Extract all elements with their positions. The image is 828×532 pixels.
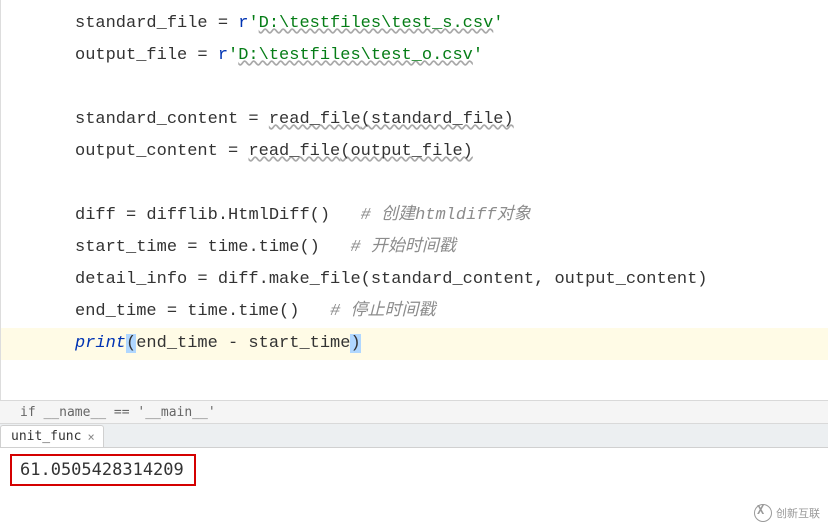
call: difflib.HtmlDiff() [146, 206, 330, 225]
var-name: diff [75, 206, 116, 225]
operator: = [116, 206, 147, 225]
string-path: D:\testfiles\test_s.csv [259, 14, 494, 33]
code-line[interactable]: standard_content = read_file(standard_fi… [1, 104, 828, 136]
code-line[interactable]: start_time = time.time() # 开始时间戳 [1, 232, 828, 264]
string-quote: ' [248, 14, 258, 33]
operator: = [187, 46, 218, 65]
watermark-label: 创新互联 [776, 505, 820, 521]
spacer [320, 238, 351, 257]
var-name: standard_file [75, 14, 208, 33]
output-value: 61.0505428314209 [20, 460, 184, 480]
spacer [330, 206, 361, 225]
operator: = [218, 142, 249, 161]
code-line-current[interactable]: print(end_time - start_time) [1, 328, 828, 360]
selection-open-paren: ( [126, 334, 136, 353]
var-name: standard_content [75, 110, 238, 129]
operator: = [177, 238, 208, 257]
var-name: output_file [75, 46, 187, 65]
code-line-blank[interactable] [1, 168, 828, 200]
call: read_file(output_file) [248, 142, 472, 161]
operator: = [187, 270, 218, 289]
code-line[interactable]: standard_file = r'D:\testfiles\test_s.cs… [1, 8, 828, 40]
string-quote: ' [228, 46, 238, 65]
string-quote: ' [473, 46, 483, 65]
code-line[interactable]: diff = difflib.HtmlDiff() # 创建htmldiff对象 [1, 200, 828, 232]
comment: # 停止时间戳 [330, 302, 435, 321]
selection-close-paren: ) [350, 334, 360, 353]
operator: = [208, 14, 239, 33]
operator: = [157, 302, 188, 321]
code-editor[interactable]: standard_file = r'D:\testfiles\test_s.cs… [0, 0, 828, 400]
output-tab-bar: unit_func × [0, 424, 828, 448]
output-panel[interactable]: 61.0505428314209 创新互联 [0, 448, 828, 528]
call: read_file(standard_file) [269, 110, 514, 129]
var-name: output_content [75, 142, 218, 161]
close-icon[interactable]: × [87, 430, 94, 444]
code-line[interactable]: end_time = time.time() # 停止时间戳 [1, 296, 828, 328]
output-tab[interactable]: unit_func × [0, 425, 104, 447]
code-line[interactable]: output_file = r'D:\testfiles\test_o.csv' [1, 40, 828, 72]
raw-prefix: r [238, 14, 248, 33]
code-line[interactable]: output_content = read_file(output_file) [1, 136, 828, 168]
breadcrumb[interactable]: if __name__ == '__main__' [0, 400, 828, 424]
operator: = [238, 110, 269, 129]
string-path: D:\testfiles\test_o.csv [238, 46, 473, 65]
var-name: end_time [75, 302, 157, 321]
var-name: start_time [75, 238, 177, 257]
code-line[interactable]: detail_info = diff.make_file(standard_co… [1, 264, 828, 296]
string-quote: ' [493, 14, 503, 33]
code-line-blank[interactable] [1, 72, 828, 104]
expr: end_time - start_time [136, 334, 350, 353]
spacer [299, 302, 330, 321]
builtin-print: print [75, 334, 126, 353]
tab-label: unit_func [11, 429, 81, 444]
raw-prefix: r [218, 46, 228, 65]
watermark: 创新互联 [754, 504, 820, 522]
call: time.time() [187, 302, 299, 321]
comment: # 开始时间戳 [350, 238, 455, 257]
output-highlight-box: 61.0505428314209 [10, 454, 196, 486]
var-name: detail_info [75, 270, 187, 289]
call: time.time() [208, 238, 320, 257]
breadcrumb-text: if __name__ == '__main__' [20, 405, 216, 420]
call: diff.make_file(standard_content, output_… [218, 270, 708, 289]
comment: # 创建htmldiff对象 [361, 206, 531, 225]
watermark-icon [754, 504, 772, 522]
